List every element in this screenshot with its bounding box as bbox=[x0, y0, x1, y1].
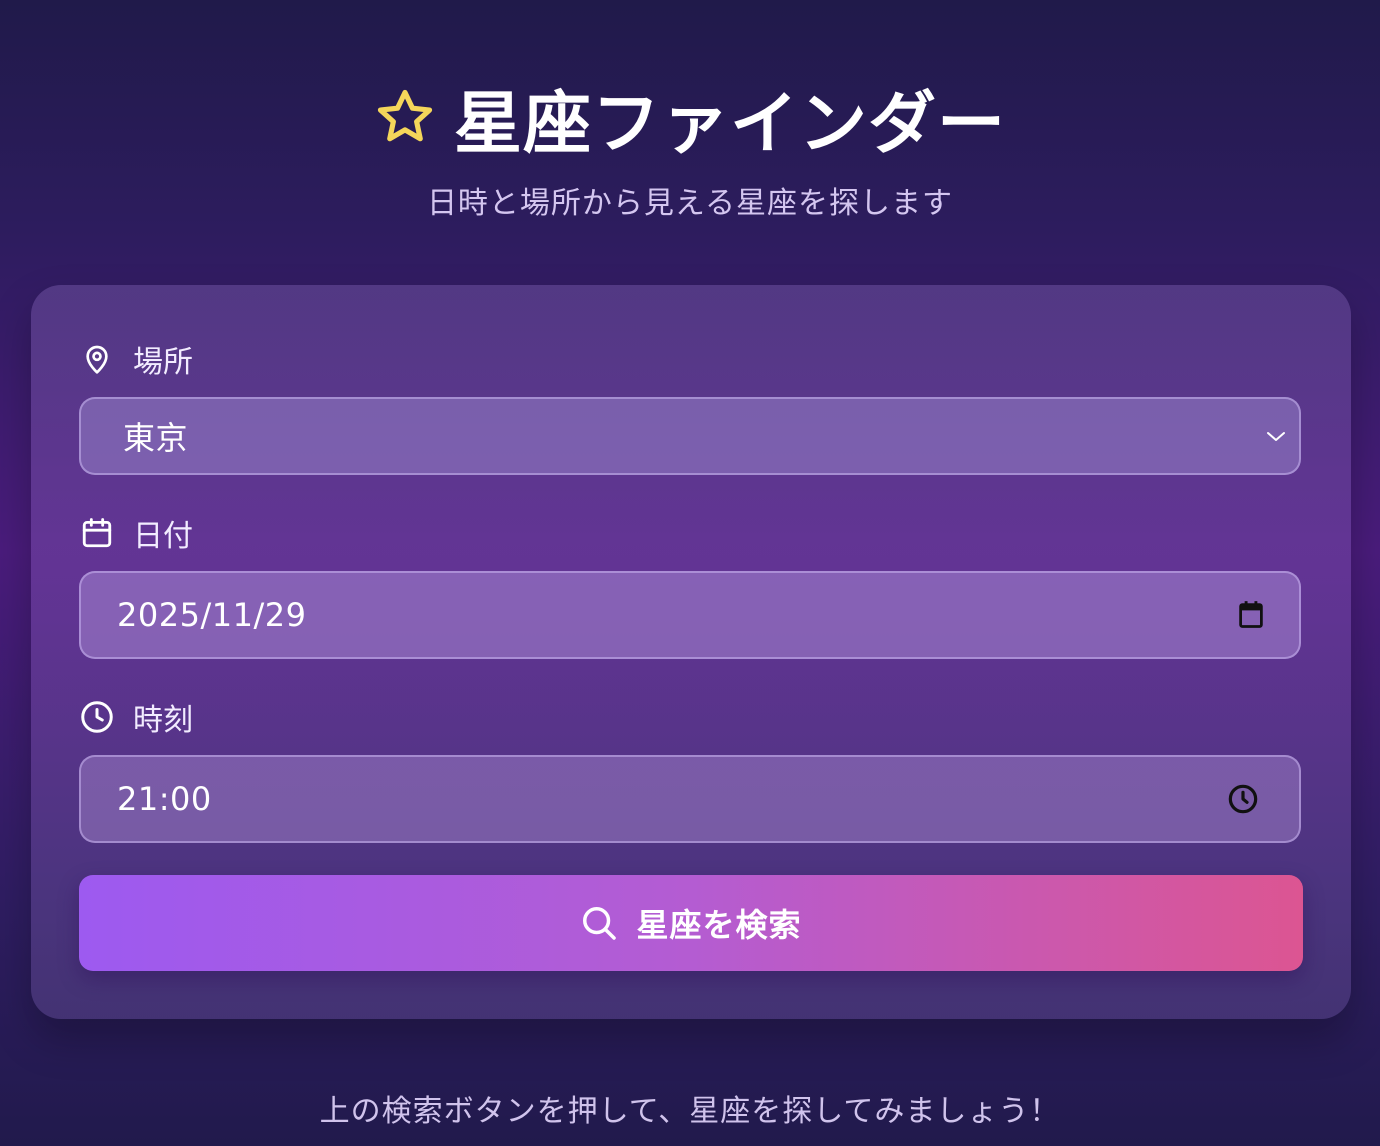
calendar-icon bbox=[79, 515, 115, 551]
location-value: 東京 bbox=[123, 419, 189, 457]
app-window: 星座ファインダー 日時と場所から見える星座を探します 場所 東京 日付 2025… bbox=[0, 0, 1380, 1146]
map-pin-icon bbox=[79, 341, 115, 377]
date-input[interactable]: 2025/11/29 bbox=[79, 571, 1301, 659]
location-label: 場所 bbox=[133, 345, 193, 380]
page-subtitle: 日時と場所から見える星座を探します bbox=[426, 186, 954, 221]
footer-hint: 上の検索ボタンを押して、星座を探してみましょう！ bbox=[319, 1094, 1061, 1129]
time-label: 時刻 bbox=[133, 703, 193, 738]
location-select[interactable]: 東京 bbox=[79, 397, 1301, 475]
chevron-down-icon bbox=[1265, 429, 1287, 443]
search-button-label: 星座を検索 bbox=[636, 906, 802, 944]
date-value: 2025/11/29 bbox=[117, 596, 307, 634]
date-label: 日付 bbox=[133, 519, 193, 554]
search-form-card: 場所 東京 日付 2025/11/29 時刻 21:00 星座を検索 bbox=[31, 285, 1351, 1019]
date-label-row: 日付 bbox=[79, 511, 193, 555]
page-title: 星座ファインダー bbox=[453, 84, 1006, 164]
title-row: 星座ファインダー bbox=[0, 74, 1380, 164]
clock-icon bbox=[79, 699, 115, 735]
time-input[interactable]: 21:00 bbox=[79, 755, 1301, 843]
header: 星座ファインダー 日時と場所から見える星座を探します bbox=[0, 74, 1380, 222]
search-constellation-button[interactable]: 星座を検索 bbox=[79, 875, 1303, 971]
star-outline-icon bbox=[374, 86, 436, 148]
search-icon bbox=[580, 904, 618, 942]
clock-picker-icon[interactable] bbox=[1227, 783, 1259, 815]
location-label-row: 場所 bbox=[79, 337, 193, 381]
time-value: 21:00 bbox=[117, 780, 212, 818]
calendar-filled-icon[interactable] bbox=[1237, 600, 1265, 630]
time-label-row: 時刻 bbox=[79, 695, 193, 739]
